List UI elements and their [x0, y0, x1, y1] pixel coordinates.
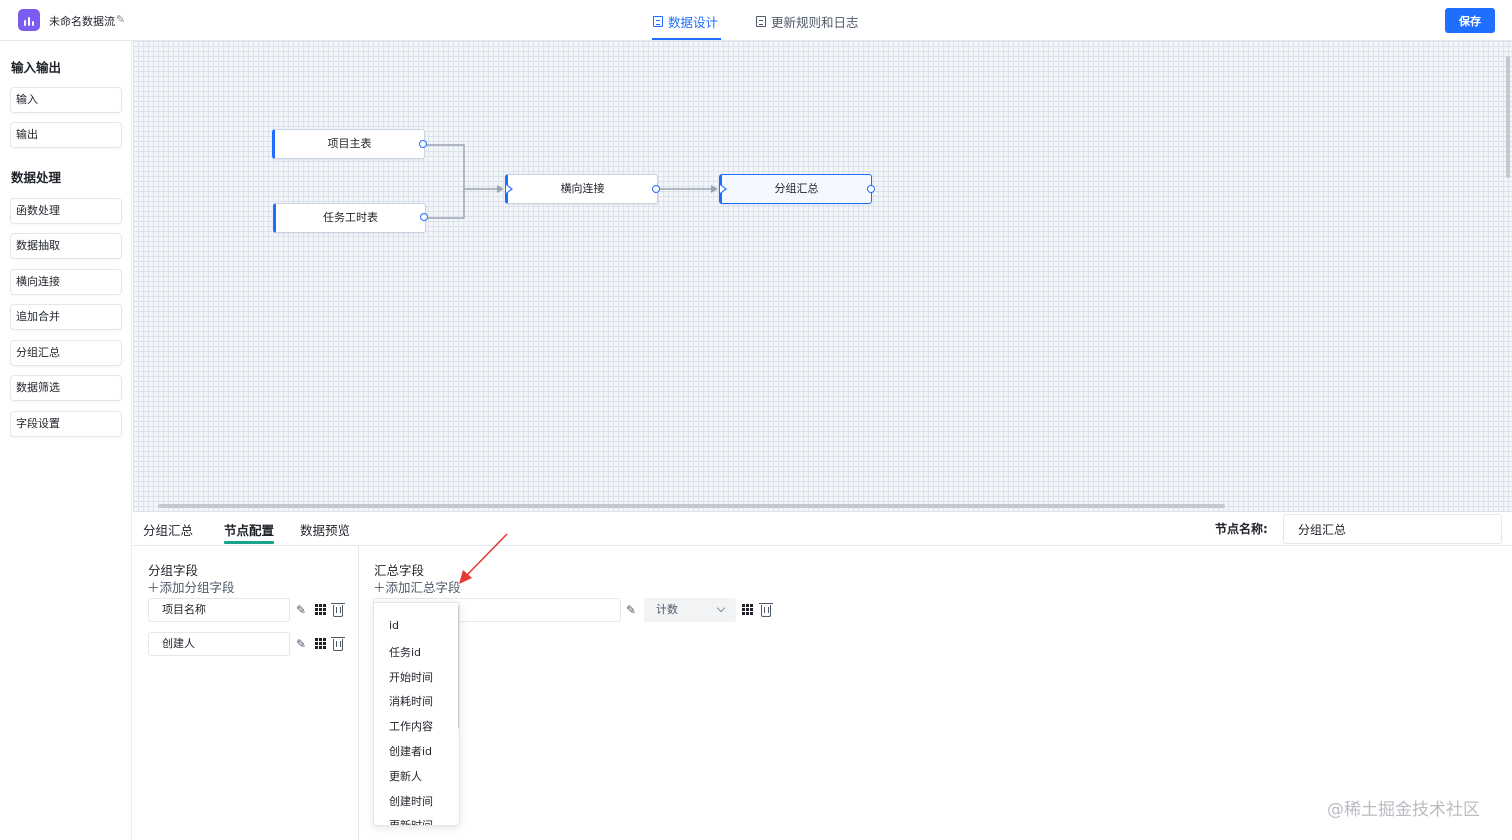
chevron-down-icon — [716, 603, 726, 613]
palette-item-filter[interactable]: 数据筛选 — [10, 375, 122, 401]
palette-item-extract[interactable]: 数据抽取 — [10, 233, 122, 259]
flow-node-task-hours-table[interactable]: 任务工时表 — [273, 203, 426, 233]
tab-update-rules-log-label: 更新规则和日志 — [771, 15, 859, 30]
grid-icon[interactable] — [742, 604, 753, 615]
dropdown-option[interactable]: 创建者id — [389, 743, 432, 759]
bar-chart-icon — [18, 9, 40, 31]
dropdown-option[interactable]: 创建时间 — [389, 793, 433, 809]
dropdown-option[interactable]: 工作内容 — [389, 718, 433, 734]
panel-tab-bar: 分组汇总 节点配置 数据预览 节点名称: — [133, 512, 1512, 546]
flow-node-project-table[interactable]: 项目主表 — [272, 129, 425, 159]
add-group-field-button[interactable]: ＋添加分组字段 — [147, 577, 235, 596]
group-io-title: 输入输出 — [11, 60, 62, 75]
panel-active-tab-indicator — [224, 541, 274, 544]
dropdown-option[interactable]: id — [389, 619, 399, 632]
dropdown-option[interactable]: 开始时间 — [389, 669, 433, 685]
output-port[interactable] — [420, 213, 428, 221]
node-name-input[interactable] — [1283, 514, 1502, 544]
dropdown-option[interactable]: 任务id — [389, 644, 421, 660]
node-config-panel: 分组汇总 节点配置 数据预览 节点名称: 分组字段 ＋添加分组字段 项目名称 ✎… — [133, 512, 1512, 840]
canvas-vertical-scrollbar[interactable] — [1506, 56, 1510, 178]
flow-node-label: 项目主表 — [327, 137, 372, 150]
tab-data-design[interactable]: 数据设计 — [653, 12, 718, 31]
group-field-project-name[interactable]: 项目名称 — [148, 598, 290, 622]
edit-icon[interactable]: ✎ — [296, 604, 306, 616]
palette-item-output[interactable]: 输出 — [10, 122, 122, 148]
edge-task-to-join — [426, 189, 465, 219]
edges-layer — [425, 144, 718, 219]
flow-node-join[interactable]: 横向连接 — [505, 174, 658, 204]
palette-item-join[interactable]: 横向连接 — [10, 269, 122, 295]
document-icon — [756, 16, 766, 27]
tab-update-rules-log[interactable]: 更新规则和日志 — [756, 12, 859, 31]
node-palette-sidebar: 输入输出 输入 输出 数据处理 函数处理 数据抽取 横向连接 追加合并 分组汇总… — [0, 41, 132, 840]
tab-data-preview[interactable]: 数据预览 — [300, 520, 350, 539]
palette-item-function[interactable]: 函数处理 — [10, 198, 122, 224]
grid-icon[interactable] — [315, 604, 326, 615]
palette-item-group-summary[interactable]: 分组汇总 — [10, 340, 122, 366]
active-tab-indicator — [652, 38, 721, 40]
delete-icon[interactable] — [331, 603, 345, 617]
node-name-label: 节点名称: — [1215, 522, 1268, 536]
delete-icon[interactable] — [331, 637, 345, 651]
palette-item-field-settings[interactable]: 字段设置 — [10, 411, 122, 437]
add-summary-field-button[interactable]: ＋添加汇总字段 — [373, 577, 461, 596]
flow-node-label: 任务工时表 — [323, 211, 378, 224]
edge-project-to-join — [425, 144, 501, 190]
watermark-text: @稀土掘金技术社区 — [1327, 800, 1480, 820]
field-dropdown-menu: id 任务id 开始时间 消耗时间 工作内容 创建者id 更新人 创建时间 更新… — [373, 602, 460, 826]
flow-node-label: 横向连接 — [560, 182, 605, 195]
output-port[interactable] — [652, 185, 660, 193]
group-field-creator[interactable]: 创建人 — [148, 632, 290, 656]
edit-title-icon[interactable]: ✎ — [116, 13, 125, 26]
aggregation-value: 计数 — [656, 603, 678, 616]
edit-icon[interactable]: ✎ — [626, 604, 636, 616]
palette-item-append[interactable]: 追加合并 — [10, 304, 122, 330]
design-icon — [653, 16, 663, 27]
input-port[interactable] — [719, 183, 727, 195]
canvas-horizontal-scrollbar[interactable] — [158, 504, 1225, 508]
group-processing-title: 数据处理 — [11, 170, 62, 185]
flow-node-group-summary[interactable]: 分组汇总 — [719, 174, 872, 204]
delete-icon[interactable] — [759, 603, 773, 617]
edit-icon[interactable]: ✎ — [296, 638, 306, 650]
flow-node-label: 分组汇总 — [774, 182, 819, 195]
dropdown-scrollbar[interactable] — [458, 605, 459, 729]
tab-group-summary[interactable]: 分组汇总 — [143, 520, 193, 539]
output-port[interactable] — [867, 185, 875, 193]
tab-data-design-label: 数据设计 — [668, 15, 719, 30]
column-divider — [358, 546, 359, 840]
edge-arrowhead-join — [497, 185, 504, 193]
palette-item-input[interactable]: 输入 — [10, 87, 122, 113]
edge-arrowhead-group — [711, 185, 718, 193]
dropdown-option[interactable]: 消耗时间 — [389, 693, 433, 709]
top-bar: 未命名数据流 ✎ 数据设计 更新规则和日志 保存 — [0, 0, 1512, 41]
grid-icon[interactable] — [315, 638, 326, 649]
dataflow-title: 未命名数据流 — [49, 15, 115, 28]
input-port[interactable] — [505, 183, 513, 195]
tab-node-config[interactable]: 节点配置 — [224, 520, 274, 539]
dropdown-option[interactable]: 更新时间 — [389, 817, 433, 825]
dropdown-option[interactable]: 更新人 — [389, 768, 422, 784]
flow-canvas[interactable]: 项目主表 任务工时表 横向连接 分组汇总 — [133, 41, 1512, 512]
output-port[interactable] — [419, 140, 427, 148]
save-button[interactable]: 保存 — [1445, 8, 1495, 33]
aggregation-select[interactable]: 计数 — [644, 598, 736, 622]
